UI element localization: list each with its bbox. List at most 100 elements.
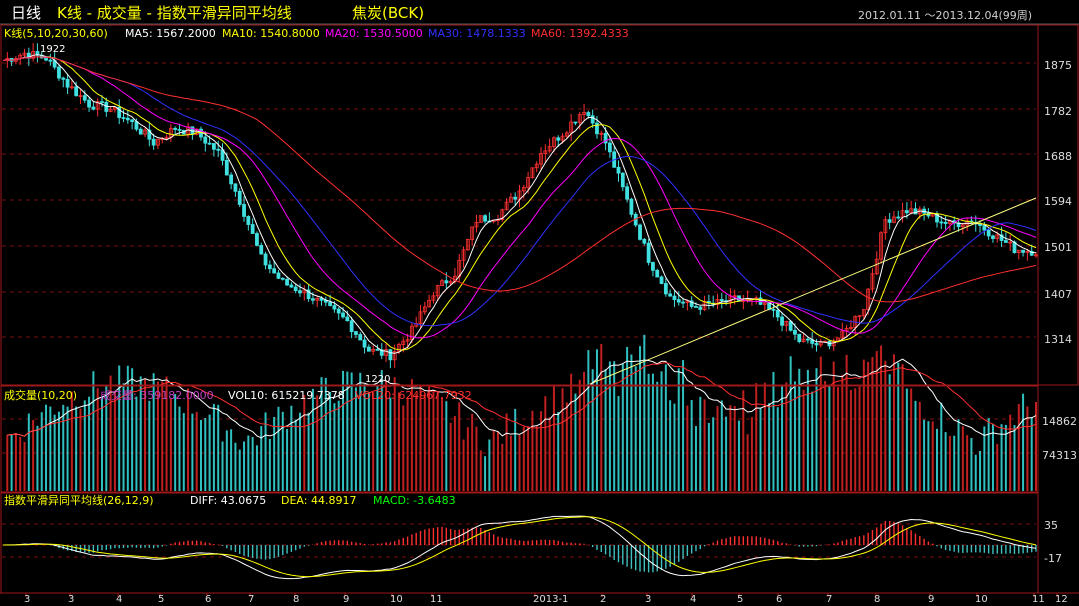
volume-bar: [311, 388, 314, 491]
volume-bar: [208, 414, 211, 491]
candle-down: [780, 316, 784, 326]
candle-down: [207, 142, 212, 145]
candle-down: [896, 216, 901, 219]
volume-bar: [759, 407, 762, 491]
candle-down: [904, 210, 909, 214]
volume-bar: [221, 441, 224, 491]
volume-bar: [75, 406, 78, 491]
volume-bar: [354, 387, 357, 491]
volume-bar: [316, 395, 319, 491]
volume-bar: [187, 388, 190, 491]
candle-down: [642, 238, 647, 244]
volume-bar: [837, 387, 840, 491]
volume-bar: [677, 368, 680, 491]
volume-bar: [195, 411, 198, 491]
vol20-legend: VOL20: 624967.7932: [355, 389, 472, 402]
candle-down: [224, 159, 229, 176]
candle-down: [616, 166, 621, 174]
volume-bar: [927, 421, 930, 491]
volume-bar: [987, 418, 990, 491]
volume-bar: [841, 374, 844, 491]
volume-bar: [268, 438, 271, 491]
volume-bar: [746, 434, 749, 491]
volume-bar: [901, 364, 904, 491]
candle-down: [629, 198, 634, 215]
candle-down: [676, 299, 681, 303]
volume-bar: [793, 381, 796, 491]
candle-down: [793, 329, 797, 335]
candles: [5, 43, 1038, 369]
candle-down: [328, 301, 333, 306]
volume-bar: [639, 346, 642, 491]
candle-down: [991, 235, 995, 239]
volume-bar: [707, 422, 710, 491]
volume-bar: [742, 390, 745, 491]
dea-legend: DEA: 44.8917: [281, 494, 357, 507]
volume-bar: [298, 412, 301, 491]
volume-bar: [415, 394, 418, 491]
candle-down: [310, 298, 315, 301]
volume-bar: [703, 399, 706, 491]
candle-down: [285, 278, 289, 286]
candle-down: [698, 306, 703, 310]
volume-bar: [587, 350, 590, 491]
candle-down: [775, 309, 780, 318]
volume-bar: [862, 359, 865, 491]
candle-down: [341, 312, 345, 318]
volume-bar: [565, 402, 568, 491]
volume-bar: [918, 401, 921, 491]
volume-bar: [174, 394, 177, 491]
candle-down: [212, 143, 216, 150]
candle-down: [280, 277, 285, 280]
volume-bar: [251, 437, 254, 491]
volume-bar: [660, 371, 663, 491]
volume-bar: [432, 390, 435, 491]
volume-bar: [191, 413, 194, 491]
volume-bar: [884, 360, 887, 491]
candle-down: [638, 224, 642, 240]
volume-bar: [819, 356, 822, 491]
candle-down: [272, 268, 277, 274]
volume-bar: [522, 426, 525, 491]
candle-down: [151, 138, 156, 146]
candle-down: [659, 276, 664, 284]
volume-bar: [785, 382, 788, 491]
candle-down: [788, 321, 793, 331]
candle-down: [694, 306, 698, 308]
candle-down: [91, 106, 96, 110]
candle-down: [1021, 249, 1025, 253]
volume-bar: [62, 404, 65, 491]
volume-bar: [1013, 425, 1016, 491]
candle-down: [444, 280, 449, 284]
vol10-legend: VOL10: 615219.7378: [228, 389, 345, 402]
volume-bar: [337, 400, 340, 491]
candle-down: [229, 174, 234, 185]
volume-bar: [845, 354, 848, 491]
candle-down: [289, 284, 294, 288]
volume-bar: [178, 406, 181, 491]
high-price-label: 1922: [40, 44, 66, 55]
volume-bar: [768, 403, 771, 491]
volume-bar: [70, 391, 73, 491]
candle-down: [986, 229, 991, 237]
candle-down: [646, 242, 651, 263]
volume-bar: [19, 436, 22, 491]
volume-bar: [199, 419, 202, 491]
volume-bar: [811, 391, 814, 491]
volume-bar: [682, 360, 685, 491]
volume-bar: [548, 417, 551, 491]
candle-down: [87, 99, 91, 108]
volume-bar: [712, 417, 715, 491]
volume-bar: [888, 374, 891, 491]
volume-bar: [397, 392, 400, 491]
candle-down: [276, 272, 281, 279]
price-tick-2: 1688: [1044, 150, 1072, 163]
volume-bar: [1030, 417, 1033, 491]
volume-bar: [643, 334, 646, 491]
volume-bar: [277, 406, 280, 491]
volume-bar: [212, 403, 215, 491]
volume-bar: [496, 431, 499, 491]
volume-bar: [488, 439, 491, 491]
candle-down: [797, 333, 802, 342]
volume-bar: [182, 413, 185, 491]
